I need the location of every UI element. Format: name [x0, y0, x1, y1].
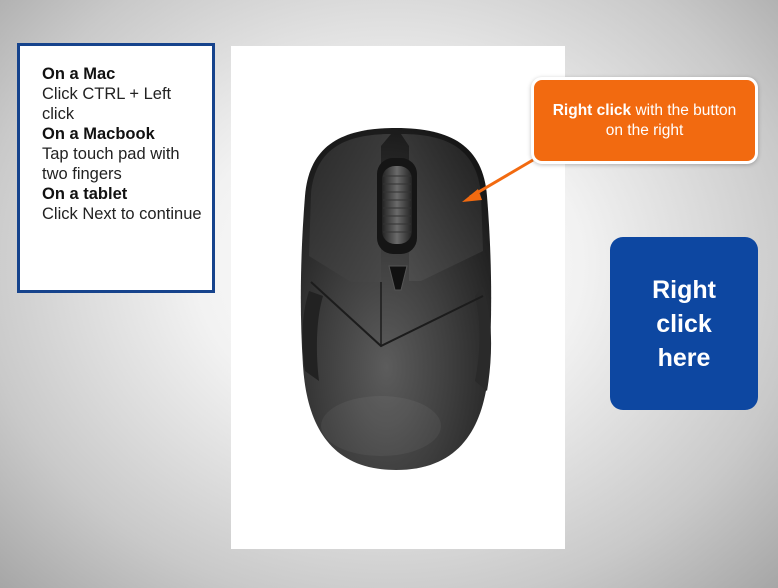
macbook-text: Tap touch pad with two fingers	[42, 145, 180, 183]
right-click-hotspot-button[interactable]: Right click here	[610, 237, 758, 410]
macbook-heading: On a Macbook	[42, 125, 155, 143]
callout-bold-text: Right click	[552, 101, 632, 119]
mouse-photo	[231, 46, 565, 549]
tablet-heading: On a tablet	[42, 185, 128, 203]
computer-mouse-icon	[300, 128, 492, 470]
mac-heading: On a Mac	[42, 65, 116, 83]
tablet-text: Click Next to continue	[42, 205, 202, 223]
right-click-callout: Right click with the button on the right	[531, 77, 758, 164]
mac-text: Click CTRL + Left click	[42, 85, 172, 123]
hotspot-label: Right click here	[652, 275, 716, 372]
instructions-panel: On a Mac Click CTRL + Left click On a Ma…	[17, 43, 215, 293]
